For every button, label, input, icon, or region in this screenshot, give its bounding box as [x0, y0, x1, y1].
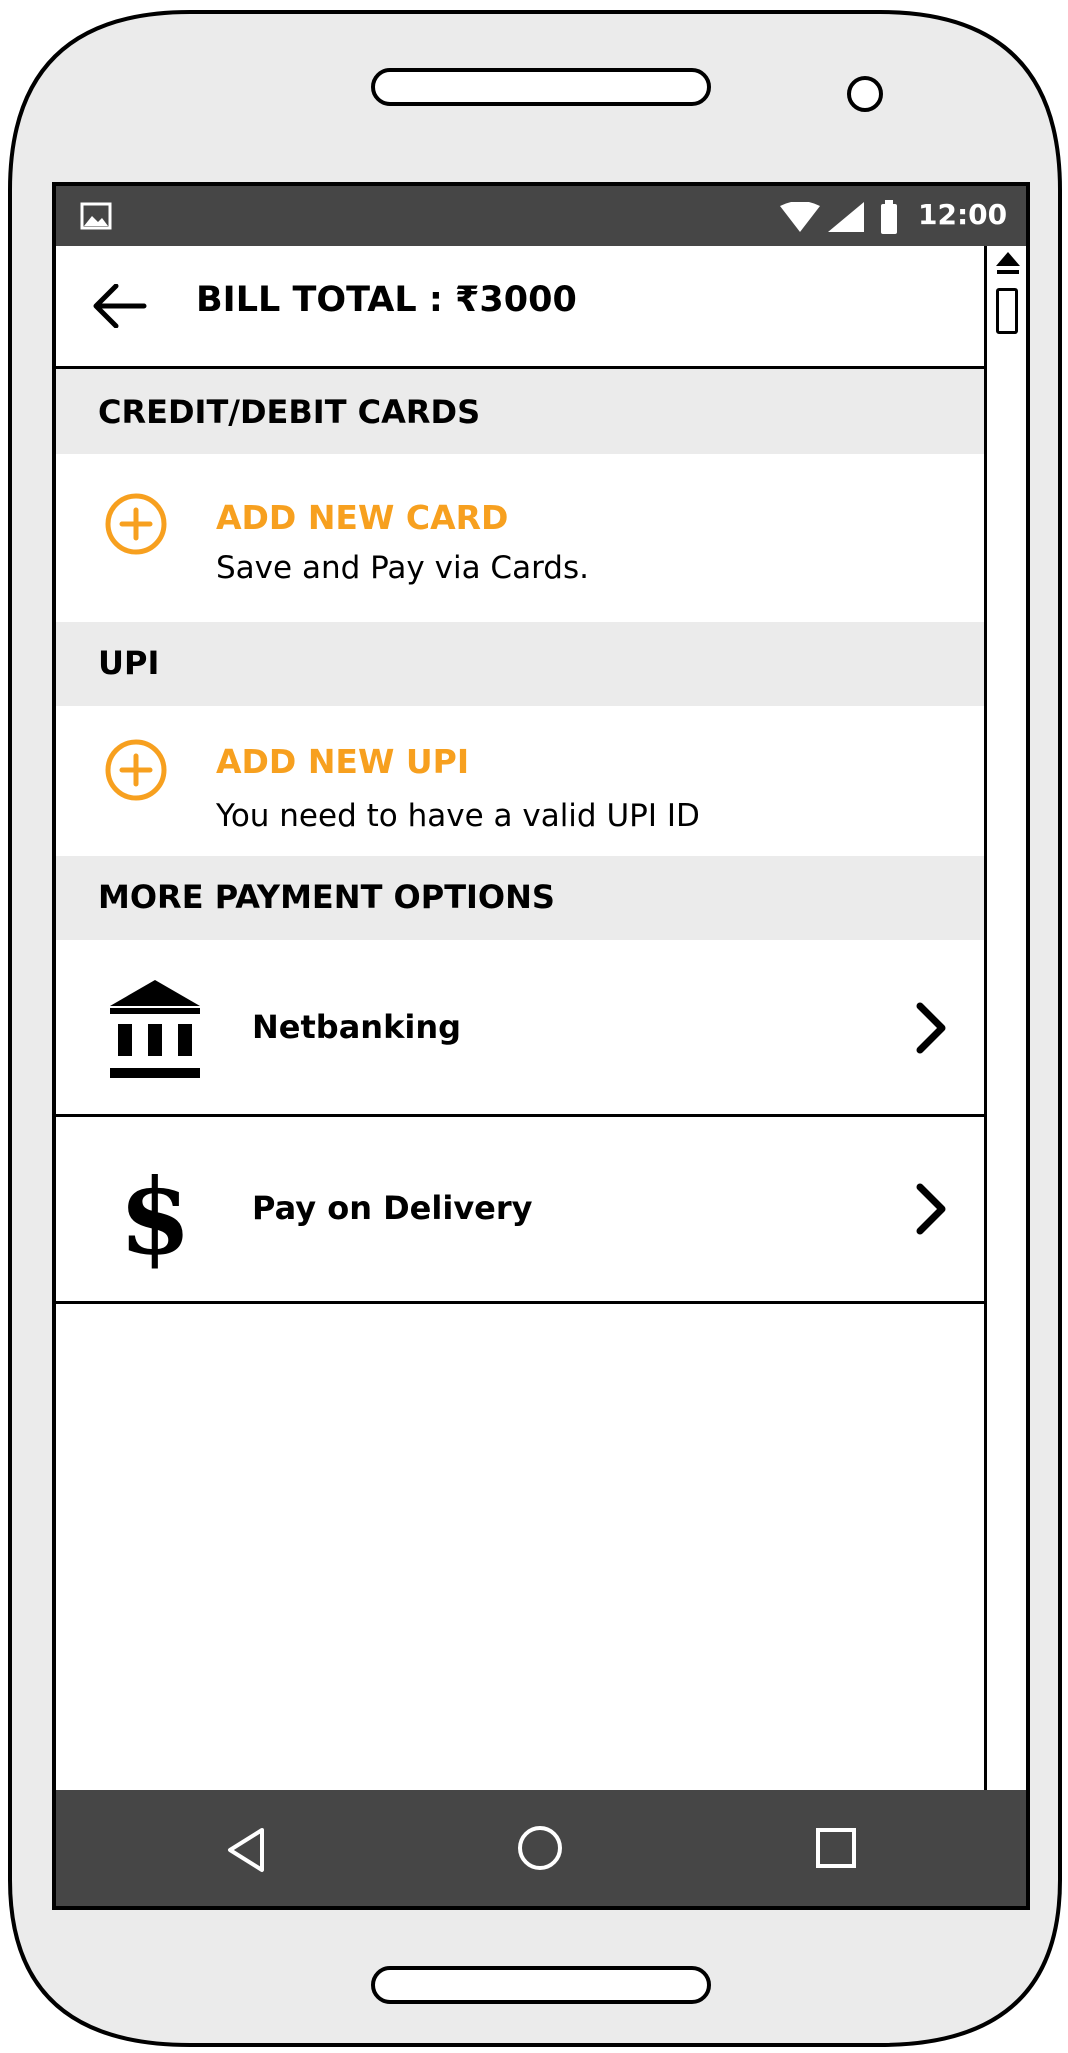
payment-content: BILL TOTAL : ₹3000 CREDIT/DEBIT CARDS AD…: [56, 246, 984, 1846]
front-camera: [847, 76, 883, 112]
section-header-upi: UPI: [56, 622, 984, 706]
bottom-speaker: [371, 1966, 711, 2004]
payment-option-pay-on-delivery[interactable]: $ Pay on Delivery: [56, 1117, 984, 1304]
status-time: 12:00: [918, 198, 1008, 231]
status-bar: 12:00: [56, 186, 1026, 246]
app-bar: BILL TOTAL : ₹3000: [56, 246, 984, 369]
section-title: UPI: [98, 644, 160, 682]
add-new-card-item[interactable]: ADD NEW CARD Save and Pay via Cards.: [56, 454, 984, 622]
back-triangle-icon[interactable]: [224, 1826, 268, 1874]
add-upi-subtitle: You need to have a valid UPI ID: [216, 798, 700, 834]
section-title: CREDIT/DEBIT CARDS: [98, 393, 481, 431]
add-new-upi-item[interactable]: ADD NEW UPI You need to have a valid UPI…: [56, 706, 984, 856]
scroll-thumb[interactable]: [996, 288, 1018, 334]
svg-text:$: $: [120, 1161, 190, 1271]
dollar-icon: $: [120, 1161, 190, 1271]
recents-square-icon[interactable]: [814, 1826, 858, 1870]
add-upi-title: ADD NEW UPI: [216, 742, 470, 781]
netbanking-label: Netbanking: [252, 1008, 461, 1046]
section-header-cards: CREDIT/DEBIT CARDS: [56, 369, 984, 454]
bank-icon: [110, 980, 200, 1078]
plus-circle-icon: [105, 739, 167, 801]
battery-icon: [881, 200, 897, 234]
screen: 12:00 BILL TOTAL : ₹3000 CREDIT/DEBIT CA…: [56, 186, 1026, 1906]
wifi-icon: [780, 202, 820, 232]
scrollbar[interactable]: [984, 246, 1026, 1846]
page-title: BILL TOTAL : ₹3000: [196, 280, 577, 320]
plus-circle-icon: [105, 493, 167, 555]
signal-icon: [828, 202, 864, 232]
payment-option-netbanking[interactable]: Netbanking: [56, 940, 984, 1117]
back-arrow-icon[interactable]: [92, 284, 148, 328]
home-circle-icon[interactable]: [516, 1824, 564, 1872]
speaker-grille: [371, 68, 711, 106]
navigation-bar: [56, 1790, 1026, 1906]
add-card-subtitle: Save and Pay via Cards.: [216, 550, 589, 586]
add-card-title: ADD NEW CARD: [216, 498, 509, 537]
chevron-right-icon: [916, 1002, 946, 1054]
section-title: MORE PAYMENT OPTIONS: [98, 878, 555, 916]
chevron-right-icon: [916, 1183, 946, 1235]
pay-on-delivery-label: Pay on Delivery: [252, 1189, 533, 1227]
image-notification-icon: [80, 202, 112, 230]
section-header-more: MORE PAYMENT OPTIONS: [56, 856, 984, 940]
